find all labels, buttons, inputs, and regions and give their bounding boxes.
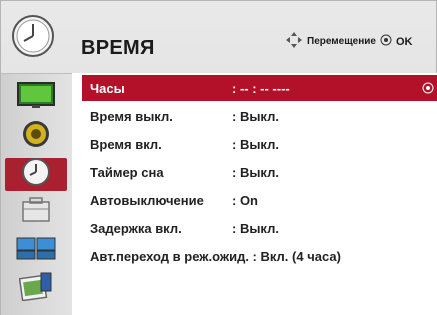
ok-button-icon bbox=[422, 82, 434, 97]
menu-row-label: Время выкл. bbox=[90, 108, 173, 124]
menu-row-power-on-delay[interactable]: Задержка вкл. : Выкл. bbox=[82, 215, 437, 241]
menu-row-clock[interactable]: Часы : -- : -- ---- bbox=[82, 75, 437, 101]
menu-content: Часы : -- : -- ---- Время выкл. : Выкл. … bbox=[72, 73, 437, 315]
ok-button-icon bbox=[380, 34, 392, 49]
sidebar-item-audio[interactable] bbox=[5, 120, 67, 153]
sidebar-item-option[interactable] bbox=[5, 196, 67, 229]
menu-row-value: : On bbox=[232, 192, 258, 208]
input-screens-icon bbox=[16, 235, 56, 266]
dpad-icon bbox=[285, 31, 303, 52]
menu-row-label: Авт.переход в реж.ожид. : Вкл. (4 часа) bbox=[90, 248, 341, 264]
menu-row-label: Автовыключение bbox=[90, 192, 204, 208]
category-sidebar bbox=[1, 73, 72, 315]
sidebar-item-time[interactable] bbox=[5, 158, 67, 191]
clock-icon bbox=[11, 14, 55, 58]
menu-row-value: : Выкл. bbox=[232, 220, 279, 236]
menu-row-value: : Выкл. bbox=[232, 136, 279, 152]
menu-row-off-time[interactable]: Время выкл. : Выкл. bbox=[82, 103, 437, 129]
menu-row-label: Часы bbox=[90, 80, 125, 96]
sidebar-item-input[interactable] bbox=[5, 234, 67, 267]
clock-icon bbox=[21, 157, 51, 192]
osd-menu-panel: ВРЕМЯ Перемещение OK Часы: --: -- ----… bbox=[0, 0, 437, 315]
menu-row-on-time[interactable]: Время вкл. : Выкл. bbox=[82, 131, 437, 157]
menu-row-sleep-timer[interactable]: Таймер сна : Выкл. bbox=[82, 159, 437, 185]
menu-row-value: : -- : -- ---- bbox=[232, 80, 290, 96]
audio-speaker-icon bbox=[21, 119, 51, 154]
menu-row-value: : Выкл. bbox=[232, 108, 279, 124]
menu-row-label: Таймер сна bbox=[90, 164, 164, 180]
menu-row-label: Время вкл. bbox=[90, 136, 162, 152]
option-toolbox-icon bbox=[20, 196, 52, 229]
hint-ok-label: OK bbox=[396, 35, 413, 48]
menu-row-label: Задержка вкл. bbox=[90, 220, 182, 236]
menu-row-auto-off[interactable]: Автовыключение : On bbox=[82, 187, 437, 213]
sidebar-item-picture[interactable] bbox=[5, 82, 67, 115]
menu-row-auto-standby[interactable]: Авт.переход в реж.ожид. : Вкл. (4 часа) bbox=[82, 243, 437, 269]
photo-usb-icon bbox=[18, 271, 53, 306]
sidebar-item-photo[interactable] bbox=[5, 272, 67, 305]
page-title: ВРЕМЯ bbox=[81, 37, 155, 59]
navigation-hint: Перемещение OK bbox=[285, 31, 413, 52]
menu-row-value: : Выкл. bbox=[232, 164, 279, 180]
picture-icon bbox=[16, 82, 56, 115]
hint-move-label: Перемещение bbox=[307, 36, 376, 47]
